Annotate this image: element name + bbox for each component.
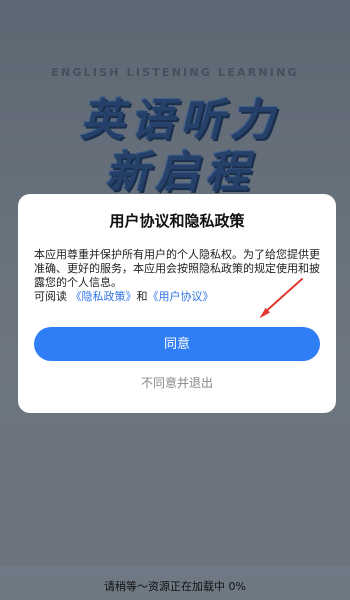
user-agreement-link[interactable]: 《用户协议》 bbox=[148, 290, 214, 303]
and-text: 和 bbox=[136, 290, 148, 303]
disagree-exit-button[interactable]: 不同意并退出 bbox=[18, 374, 336, 391]
dialog-links-line: 可阅读 《隐私政策》和《用户协议》 bbox=[34, 290, 324, 304]
dialog-title: 用户协议和隐私政策 bbox=[109, 212, 245, 230]
read-prefix: 可阅读 bbox=[34, 290, 67, 303]
agree-button[interactable]: 同意 bbox=[34, 327, 320, 361]
dialog-body-text: 本应用尊重并保护所有用户的个人隐私权。为了给您提供更准确、更好的服务，本应用会按… bbox=[34, 248, 320, 289]
dialog-body: 本应用尊重并保护所有用户的个人隐私权。为了给您提供更准确、更好的服务，本应用会按… bbox=[34, 248, 324, 304]
privacy-dialog: 用户协议和隐私政策 本应用尊重并保护所有用户的个人隐私权。为了给您提供更准确、更… bbox=[18, 194, 336, 413]
loading-status-text: 请稍等～资源正在加载中 0% bbox=[104, 580, 246, 593]
privacy-policy-link[interactable]: 《隐私政策》 bbox=[71, 290, 137, 303]
